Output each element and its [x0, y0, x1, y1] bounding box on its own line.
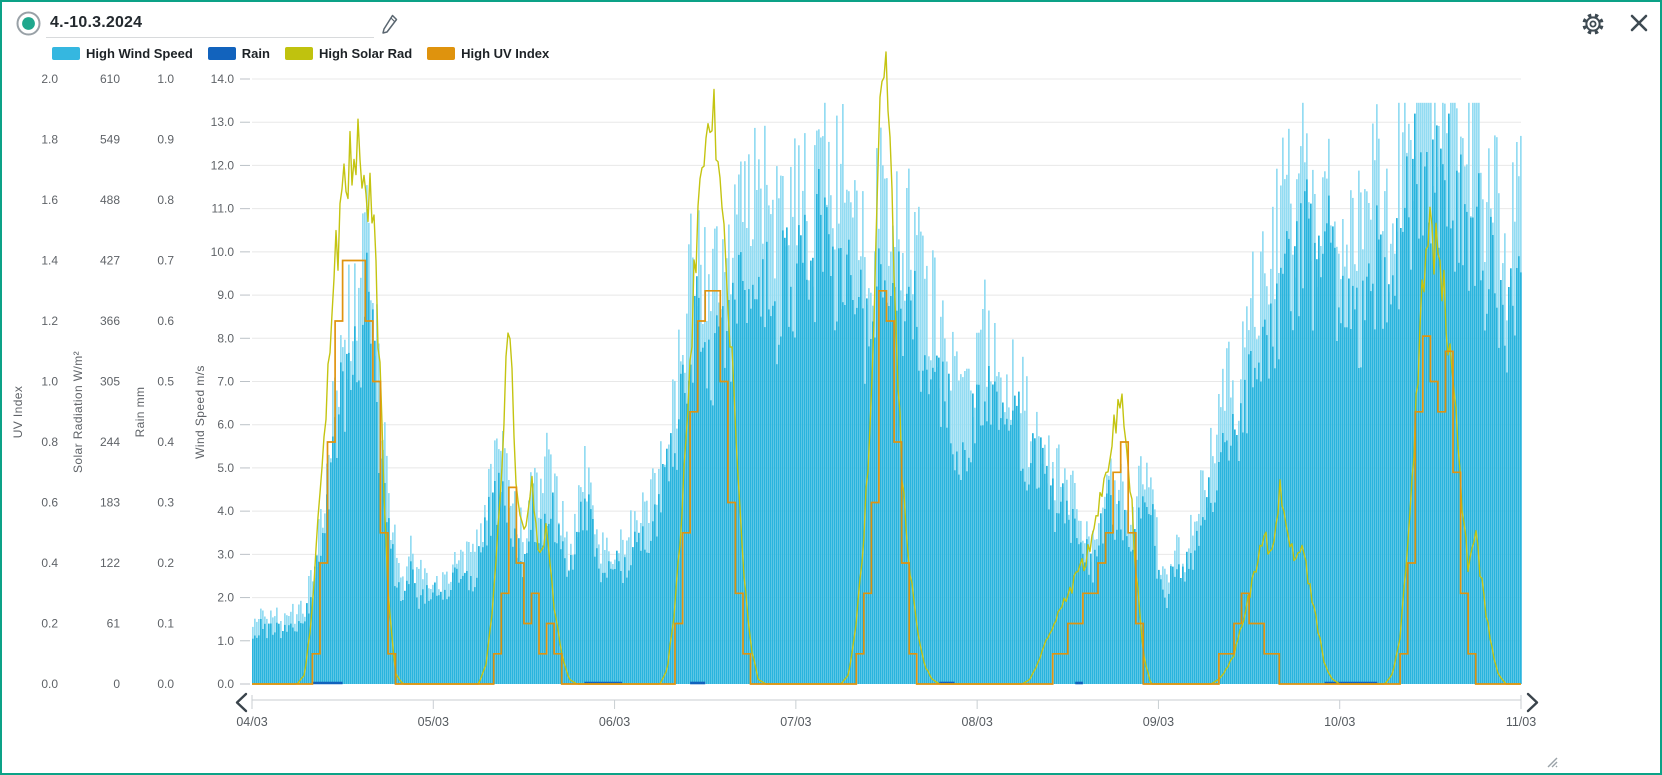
legend-swatch: [208, 47, 236, 60]
legend: High Wind Speed Rain High Solar Rad High UV…: [52, 46, 549, 61]
y-axis-tick-label: 0.4: [41, 556, 58, 570]
y-axis-tick-label: 366: [100, 314, 120, 328]
y-axis-tick-label: 0.7: [157, 254, 174, 268]
pan-left-button[interactable]: [237, 694, 246, 711]
y-axis-tick-label: 0.8: [157, 193, 174, 207]
x-axis-label: 11/03: [1506, 715, 1536, 729]
y-axis-tick-label: 0.1: [157, 617, 174, 631]
y-axis-tick-label: 1.0: [217, 634, 234, 648]
y-axis-tick-label: 1.2: [41, 314, 58, 328]
edit-pencil-icon[interactable]: [380, 12, 400, 36]
y-axis-tick-label: 0.3: [157, 496, 174, 510]
legend-item[interactable]: High Solar Rad: [285, 46, 412, 61]
y-axis-title: Rain mm: [133, 387, 147, 438]
x-axis-label: 08/03: [962, 715, 993, 729]
x-axis-label: 05/03: [418, 715, 449, 729]
settings-gear-icon[interactable]: [1579, 10, 1607, 38]
y-axis-tick-label: 1.8: [41, 133, 58, 147]
legend-item[interactable]: Rain: [208, 46, 270, 61]
y-axis-tick-label: 0.2: [41, 617, 58, 631]
x-axis-label: 07/03: [780, 715, 811, 729]
x-axis-label: 10/03: [1324, 715, 1355, 729]
legend-label: High Solar Rad: [319, 46, 412, 61]
x-axis-label: 06/03: [599, 715, 630, 729]
y-axis-tick-label: 14.0: [211, 72, 235, 86]
y-axis-tick-label: 0.0: [217, 677, 234, 691]
y-axis-tick-label: 549: [100, 133, 120, 147]
y-axis-tick-label: 7.0: [217, 375, 234, 389]
chart: UV Index 2.0 1.8 1.6 1.4 1.2 1.0 0.8 0.6 0.4 0.2 0.…: [2, 2, 1660, 773]
legend-item[interactable]: High UV Index: [427, 46, 549, 61]
y-axis-tick-label: 427: [100, 254, 120, 268]
top-bar: 4.-10.3.2024: [2, 2, 1660, 44]
legend-swatch: [427, 47, 455, 60]
y-axis-tick-label: 305: [100, 375, 120, 389]
y-axis-tick-label: 11.0: [212, 202, 235, 216]
y-axis-tick-label: 1.6: [41, 193, 58, 207]
y-axis-tick-label: 13.0: [211, 115, 235, 129]
y-axis-tick-label: 122: [100, 556, 120, 570]
y-axis-tick-label: 0.6: [41, 496, 58, 510]
y-axis-tick-label: 0.8: [41, 435, 58, 449]
y-axis-tick-label: 2.0: [41, 72, 58, 86]
legend-label: High UV Index: [461, 46, 549, 61]
y-axis-tick-label: 0.2: [157, 556, 174, 570]
y-axis-tick-label: 9.0: [217, 288, 234, 302]
y-axis-tick-label: 12.0: [211, 158, 235, 172]
legend-item[interactable]: High Wind Speed: [52, 46, 193, 61]
legend-swatch: [52, 47, 80, 60]
close-icon[interactable]: [1628, 12, 1650, 34]
legend-label: High Wind Speed: [86, 46, 193, 61]
y-axis-tick-label: 1.4: [41, 254, 58, 268]
y-axis-tick-label: 244: [100, 435, 120, 449]
y-axis-title: Wind Speed m/s: [193, 365, 207, 459]
y-axis-tick-label: 8.0: [217, 331, 234, 345]
x-axis-label: 04/03: [236, 715, 267, 729]
date-range-radio-button[interactable]: [15, 10, 42, 37]
radio-dot: [22, 17, 35, 30]
y-axis-tick-label: 488: [100, 193, 120, 207]
y-axis-tick-label: 1.0: [157, 72, 174, 86]
y-axis-title: Solar Radiation W/m²: [71, 351, 85, 473]
y-axis-tick-label: 1.0: [41, 375, 58, 389]
y-axis-title: UV Index: [11, 386, 25, 439]
chart-plot-area[interactable]: [252, 79, 1521, 684]
y-axis-tick-label: 0.0: [157, 677, 174, 691]
y-axis-tick-label: 0.0: [41, 677, 58, 691]
y-axis-tick-label: 0: [113, 677, 120, 691]
y-axis-tick-label: 2.0: [217, 591, 234, 605]
y-axis-tick-label: 0.4: [157, 435, 174, 449]
y-axis-tick-label: 3.0: [217, 547, 234, 561]
date-range-field[interactable]: 4.-10.3.2024: [46, 10, 374, 38]
weather-widget-frame: 4.-10.3.2024 High Wind Speed Rain High Sol…: [0, 0, 1662, 775]
y-axis-tick-label: 0.5: [157, 375, 174, 389]
y-axis-tick-label: 5.0: [217, 461, 234, 475]
y-axis-tick-label: 61: [107, 617, 121, 631]
y-axis-tick-label: 4.0: [217, 504, 234, 518]
date-range-text: 4.-10.3.2024: [46, 10, 374, 36]
y-axis-tick-label: 10.0: [211, 245, 235, 259]
x-axis-label: 09/03: [1143, 715, 1174, 729]
y-axis-tick-label: 183: [100, 496, 120, 510]
y-axis-tick-label: 0.9: [157, 133, 174, 147]
y-axis-tick-label: 610: [100, 72, 120, 86]
legend-swatch: [285, 47, 313, 60]
y-axis-tick-label: 0.6: [157, 314, 174, 328]
y-axis-tick-label: 6.0: [217, 418, 234, 432]
legend-label: Rain: [242, 46, 270, 61]
resize-handle[interactable]: [1548, 758, 1557, 767]
pan-right-button[interactable]: [1528, 694, 1537, 711]
